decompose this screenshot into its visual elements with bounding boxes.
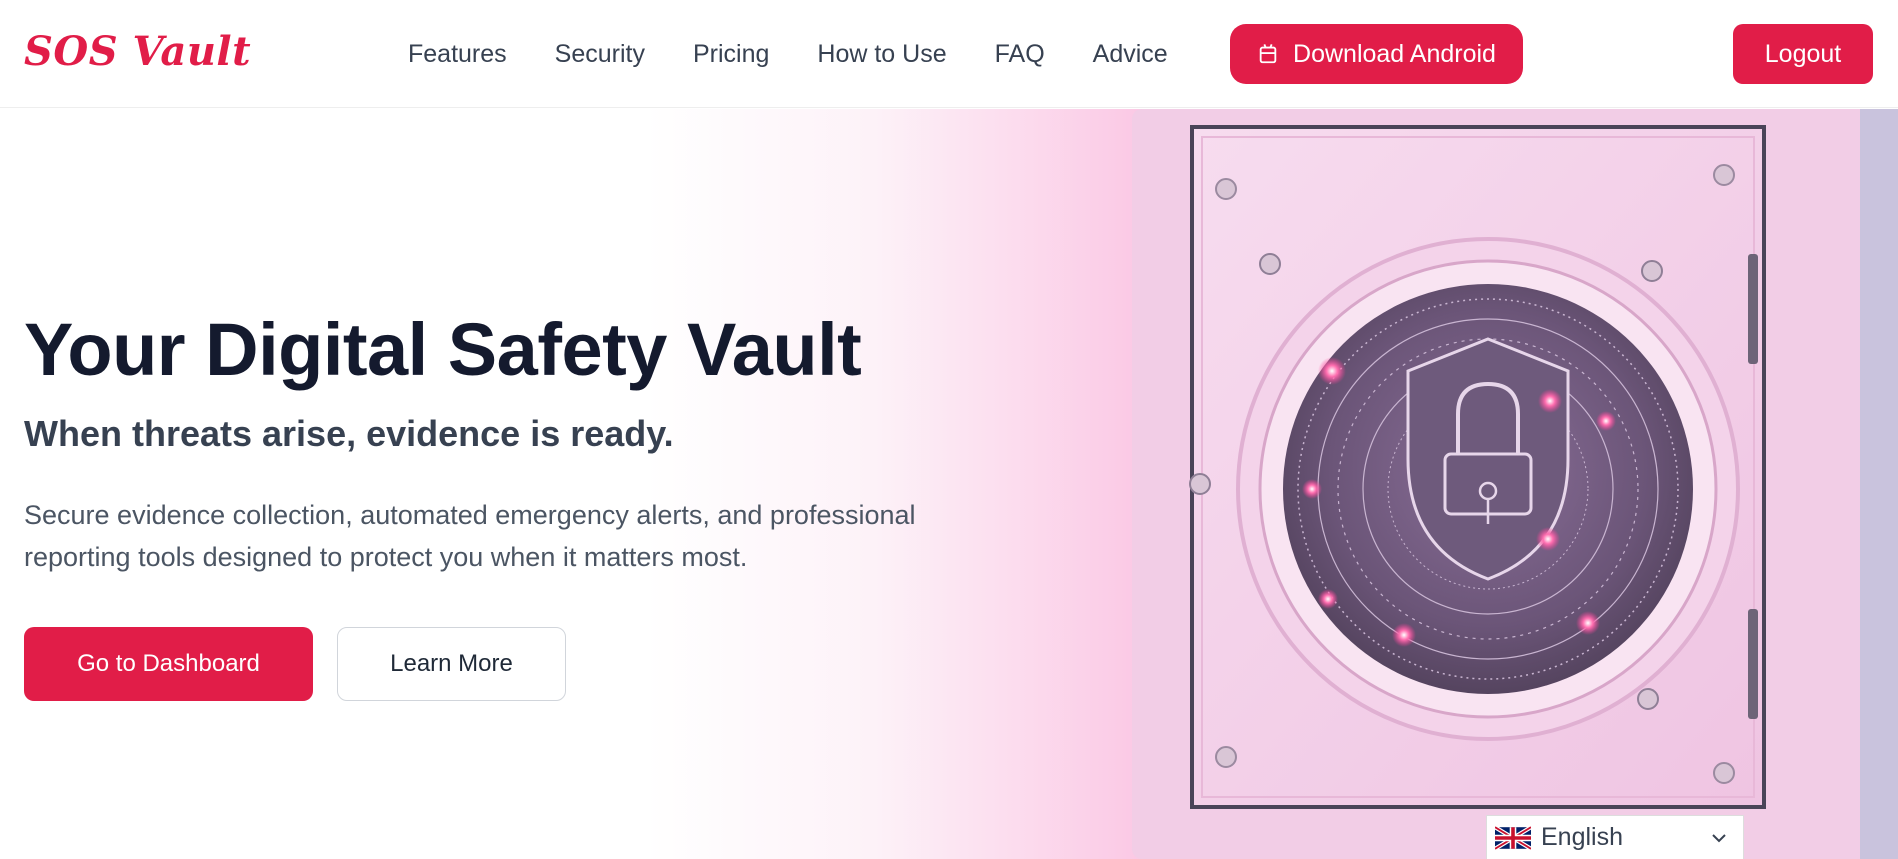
android-icon — [1259, 44, 1277, 64]
language-selector[interactable]: English — [1486, 815, 1744, 859]
nav-security-link[interactable]: Security — [555, 40, 645, 69]
main-nav: Features Security Pricing How to Use FAQ… — [408, 0, 1216, 108]
chevron-down-icon — [1712, 834, 1726, 843]
hero-subtitle: When threats arise, evidence is ready. — [24, 413, 674, 454]
nav-faq-link[interactable]: FAQ — [995, 40, 1045, 69]
nav-how-to-use-link[interactable]: How to Use — [817, 40, 946, 69]
nav-features-link[interactable]: Features — [408, 40, 507, 69]
hero-title: Your Digital Safety Vault — [24, 308, 862, 391]
site-header: SOS Vault Features Security Pricing How … — [0, 0, 1898, 108]
go-to-dashboard-button[interactable]: Go to Dashboard — [24, 627, 313, 701]
nav-advice-link[interactable]: Advice — [1093, 40, 1168, 69]
uk-flag-icon — [1495, 824, 1531, 851]
language-label: English — [1541, 823, 1623, 851]
vault-safe-illustration — [1132, 109, 1898, 859]
learn-more-button[interactable]: Learn More — [337, 627, 566, 701]
download-android-label: Download Android — [1293, 39, 1496, 68]
download-android-button[interactable]: Download Android — [1230, 24, 1523, 84]
brand-logo[interactable]: SOS Vault — [24, 28, 251, 75]
logout-button[interactable]: Logout — [1733, 24, 1873, 84]
hero-description: Secure evidence collection, automated em… — [24, 500, 916, 572]
nav-pricing-link[interactable]: Pricing — [693, 40, 769, 69]
hero-section: Your Digital Safety Vault When threats a… — [0, 109, 1898, 859]
